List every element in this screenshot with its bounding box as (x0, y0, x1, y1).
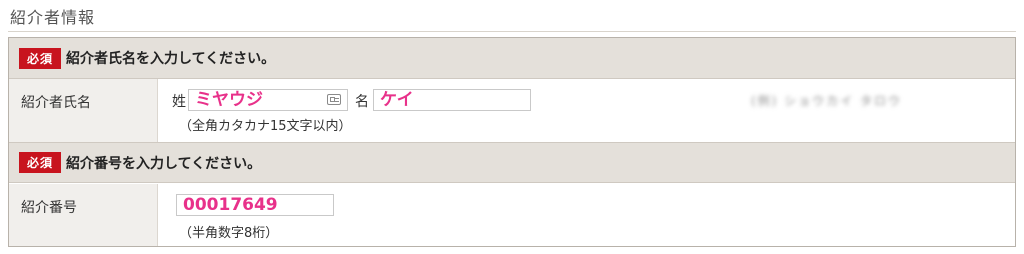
required-badge: 必須 (19, 152, 61, 173)
referral-number-label: 紹介番号 (9, 184, 158, 246)
name-instruction-band: 必須 紹介者氏名を入力してください。 (9, 38, 1015, 79)
required-badge: 必須 (19, 47, 61, 69)
referrer-form: 必須 紹介者氏名を入力してください。 紹介者氏名 姓 ミヤウジ 名 ケイ （全角… (8, 37, 1016, 247)
referral-number-field-area: 00017649 （半角数字8桁） (159, 184, 1015, 246)
number-instruction-text: 紹介番号を入力してください。 (66, 155, 262, 172)
first-name-label: 名 (355, 94, 369, 110)
referrer-name-row: 紹介者氏名 姓 ミヤウジ 名 ケイ （全角カタカナ15文字以内） (例) ショウ… (9, 79, 1015, 142)
name-instruction-text: 紹介者氏名を入力してください。 (66, 51, 276, 67)
referrer-name-label: 紹介者氏名 (9, 79, 158, 142)
referrer-name-field-area: 姓 ミヤウジ 名 ケイ （全角カタカナ15文字以内） (例) ショウカイ タロウ (159, 79, 1015, 142)
referral-number-input[interactable]: 00017649 (176, 194, 334, 216)
name-format-hint: （全角カタカナ15文字以内） (179, 119, 352, 134)
first-name-input[interactable]: ケイ (373, 89, 531, 111)
section-title: 紹介者情報 (10, 8, 96, 27)
number-format-hint: （半角数字8桁） (179, 226, 279, 241)
last-name-input[interactable]: ミヤウジ (188, 89, 348, 111)
number-instruction-band: 必須 紹介番号を入力してください。 (9, 142, 1015, 183)
last-name-label: 姓 (172, 94, 186, 110)
referral-number-row: 紹介番号 00017649 （半角数字8桁） (9, 184, 1015, 246)
section-divider (8, 31, 1016, 32)
contact-card-icon[interactable] (327, 94, 341, 105)
name-example-text: (例) ショウカイ タロウ (751, 94, 902, 108)
